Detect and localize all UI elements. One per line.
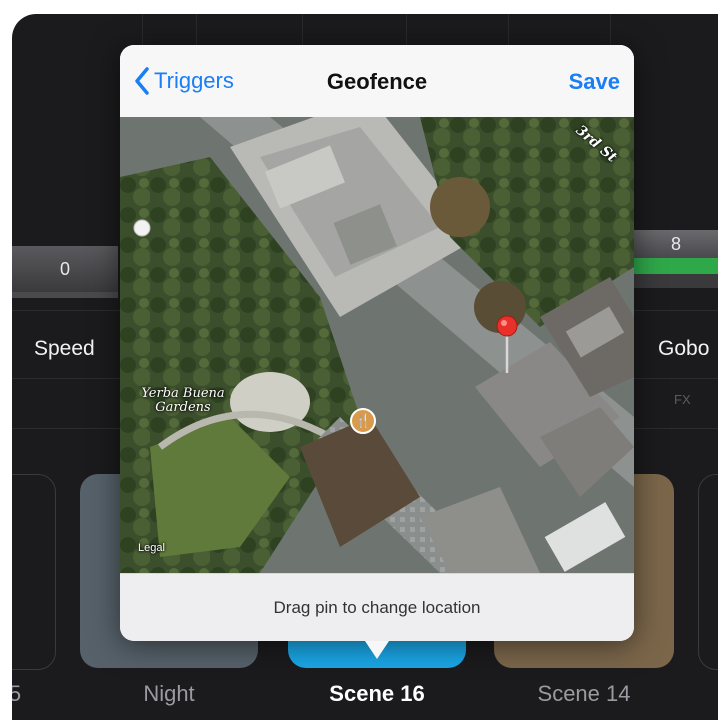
speed-fader[interactable]: 0 <box>12 246 118 292</box>
app-screen: 0 Speed 8 Gobo FX 5 Night Scene 16 Scene… <box>0 0 718 720</box>
popover-title: Geofence <box>326 69 428 94</box>
popover-nav-bar: Triggers Geofence Save <box>120 45 634 117</box>
fx-label: FX <box>674 392 691 407</box>
map-place-label: Yerba Buena Gardens <box>141 386 225 415</box>
satellite-map[interactable]: Yerba Buena Gardens 3rd St Legal 🍴 <box>120 117 634 573</box>
geofence-popover: Triggers Geofence Save Yerba Buena Garde… <box>120 45 634 641</box>
popover-footer: Drag pin to change location <box>120 573 634 641</box>
gobo-fader[interactable]: 8 <box>634 230 718 258</box>
drag-hint: Drag pin to change location <box>273 598 481 617</box>
channel-label-speed: Speed <box>34 337 95 360</box>
scene-card-partial-right[interactable] <box>698 474 718 670</box>
scene-label-night: Night <box>143 681 195 706</box>
satellite-imagery <box>120 117 634 573</box>
scene-label-partial: 5 <box>12 681 22 706</box>
scene-label-scene-16: Scene 16 <box>329 681 425 706</box>
popover-arrow <box>365 641 389 659</box>
gobo-fader-track <box>634 274 718 288</box>
gobo-fader-level <box>634 258 718 274</box>
scene-label-scene-14: Scene 14 <box>537 681 631 706</box>
restaurant-icon[interactable]: 🍴 <box>355 413 371 429</box>
save-button[interactable]: Save <box>569 69 620 95</box>
scene-card-partial[interactable] <box>12 474 56 670</box>
map-pin-icon[interactable] <box>495 314 519 374</box>
map-legal-link[interactable]: Legal <box>138 541 165 555</box>
speed-fader-track <box>12 292 118 298</box>
channel-label-gobo: Gobo <box>658 337 710 360</box>
